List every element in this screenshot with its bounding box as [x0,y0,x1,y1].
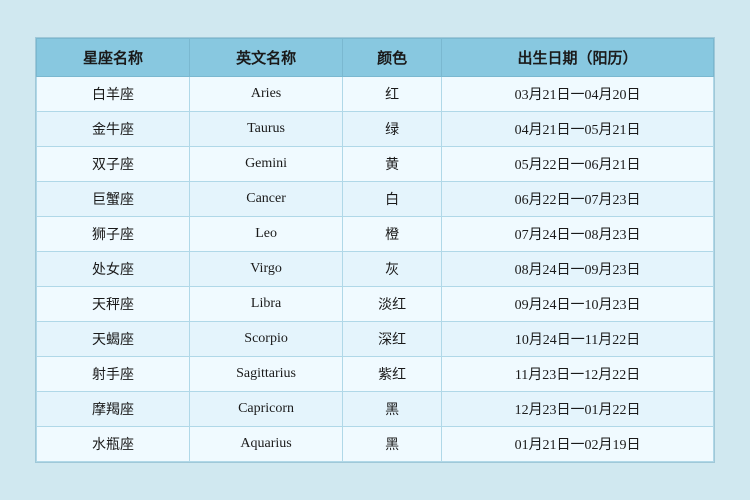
cell-color: 黑 [343,392,442,427]
cell-english-name: Aquarius [190,427,343,462]
cell-dates: 01月21日一02月19日 [442,427,714,462]
cell-chinese-name: 白羊座 [37,77,190,112]
cell-dates: 03月21日一04月20日 [442,77,714,112]
cell-chinese-name: 巨蟹座 [37,182,190,217]
cell-english-name: Leo [190,217,343,252]
cell-color: 白 [343,182,442,217]
cell-color: 灰 [343,252,442,287]
cell-chinese-name: 摩羯座 [37,392,190,427]
main-container: 星座名称 英文名称 颜色 出生日期（阳历） 白羊座Aries红03月21日一04… [35,37,715,463]
header-english-name: 英文名称 [190,39,343,77]
cell-dates: 08月24日一09月23日 [442,252,714,287]
cell-english-name: Aries [190,77,343,112]
cell-chinese-name: 水瓶座 [37,427,190,462]
cell-chinese-name: 天蝎座 [37,322,190,357]
cell-dates: 05月22日一06月21日 [442,147,714,182]
cell-chinese-name: 天秤座 [37,287,190,322]
cell-color: 深红 [343,322,442,357]
table-row: 双子座Gemini黄05月22日一06月21日 [37,147,714,182]
header-dates: 出生日期（阳历） [442,39,714,77]
cell-dates: 06月22日一07月23日 [442,182,714,217]
table-row: 水瓶座Aquarius黑01月21日一02月19日 [37,427,714,462]
cell-dates: 12月23日一01月22日 [442,392,714,427]
cell-english-name: Scorpio [190,322,343,357]
zodiac-table: 星座名称 英文名称 颜色 出生日期（阳历） 白羊座Aries红03月21日一04… [36,38,714,462]
cell-english-name: Capricorn [190,392,343,427]
cell-color: 紫红 [343,357,442,392]
table-body: 白羊座Aries红03月21日一04月20日金牛座Taurus绿04月21日一0… [37,77,714,462]
cell-color: 黑 [343,427,442,462]
table-row: 天蝎座Scorpio深红10月24日一11月22日 [37,322,714,357]
cell-dates: 07月24日一08月23日 [442,217,714,252]
table-row: 天秤座Libra淡红09月24日一10月23日 [37,287,714,322]
cell-color: 红 [343,77,442,112]
cell-chinese-name: 射手座 [37,357,190,392]
cell-english-name: Gemini [190,147,343,182]
table-row: 处女座Virgo灰08月24日一09月23日 [37,252,714,287]
cell-color: 黄 [343,147,442,182]
cell-dates: 04月21日一05月21日 [442,112,714,147]
cell-chinese-name: 处女座 [37,252,190,287]
table-row: 巨蟹座Cancer白06月22日一07月23日 [37,182,714,217]
cell-dates: 10月24日一11月22日 [442,322,714,357]
cell-color: 淡红 [343,287,442,322]
cell-chinese-name: 狮子座 [37,217,190,252]
cell-english-name: Taurus [190,112,343,147]
header-color: 颜色 [343,39,442,77]
cell-chinese-name: 金牛座 [37,112,190,147]
table-row: 狮子座Leo橙07月24日一08月23日 [37,217,714,252]
cell-chinese-name: 双子座 [37,147,190,182]
cell-english-name: Libra [190,287,343,322]
header-chinese-name: 星座名称 [37,39,190,77]
cell-dates: 09月24日一10月23日 [442,287,714,322]
cell-color: 橙 [343,217,442,252]
table-row: 射手座Sagittarius紫红11月23日一12月22日 [37,357,714,392]
table-row: 金牛座Taurus绿04月21日一05月21日 [37,112,714,147]
cell-dates: 11月23日一12月22日 [442,357,714,392]
cell-english-name: Virgo [190,252,343,287]
table-header-row: 星座名称 英文名称 颜色 出生日期（阳历） [37,39,714,77]
table-row: 摩羯座Capricorn黑12月23日一01月22日 [37,392,714,427]
cell-english-name: Cancer [190,182,343,217]
cell-color: 绿 [343,112,442,147]
cell-english-name: Sagittarius [190,357,343,392]
table-row: 白羊座Aries红03月21日一04月20日 [37,77,714,112]
